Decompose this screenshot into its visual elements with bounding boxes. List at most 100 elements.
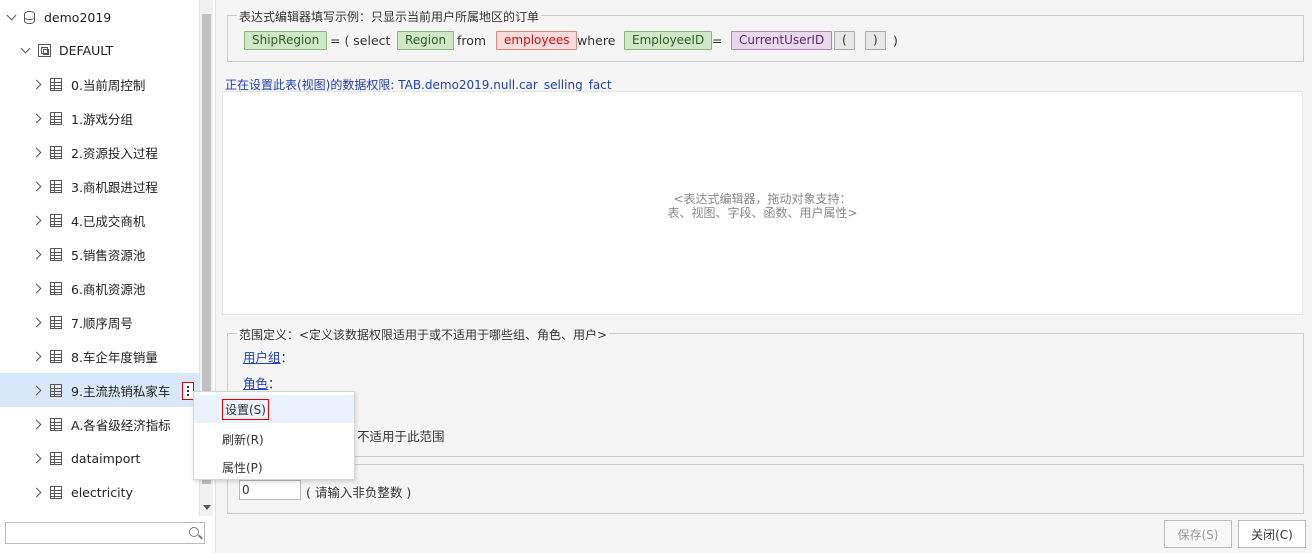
tree-item-label: 1.游戏分组: [71, 111, 133, 127]
tree-item-label: dataimport: [71, 450, 141, 466]
chevron-right-icon[interactable]: [31, 317, 42, 327]
tree-item[interactable]: 1.游戏分组: [0, 101, 199, 135]
table-icon: [50, 315, 62, 329]
example-legend: 表达式编辑器填写示例：只显示当前用户所属地区的订单: [237, 8, 542, 25]
tree-item-label: 6.商机资源池: [71, 281, 146, 297]
example-text: ): [893, 33, 898, 48]
permission-panel: 表达式编辑器填写示例：只显示当前用户所属地区的订单 ShipRegion = (…: [215, 0, 1312, 553]
example-text: = ( select: [330, 33, 391, 48]
limit-input[interactable]: 0: [239, 480, 301, 500]
chevron-right-icon[interactable]: [31, 487, 42, 497]
chip-region: Region: [397, 31, 455, 50]
tree-item[interactable]: 6.商机资源池: [0, 271, 199, 305]
chevron-right-icon[interactable]: [31, 215, 42, 225]
chip-rparen: ): [865, 31, 886, 50]
chevron-right-icon[interactable]: [31, 147, 42, 157]
tree-item-label: 3.商机跟进过程: [71, 179, 158, 195]
example-text: from: [457, 33, 487, 48]
chevron-right-icon[interactable]: [31, 419, 42, 429]
example-box: 表达式编辑器填写示例：只显示当前用户所属地区的订单 ShipRegion = (…: [227, 8, 1304, 62]
table-icon: [50, 485, 62, 499]
tree-item-label: 5.销售资源池: [71, 247, 146, 263]
table-icon: [50, 247, 62, 261]
role-row: 角色：: [243, 373, 281, 392]
chip-lparen: (: [834, 31, 855, 50]
colon-text: ：: [268, 376, 281, 391]
scroll-down-arrow-icon[interactable]: [203, 505, 211, 510]
editor-hint-line: <表达式编辑器，拖动对象支持：: [673, 192, 852, 206]
menu-item-label: 设置(S): [222, 398, 269, 420]
chip-employees: employees: [496, 31, 578, 50]
tree-item-label: 7.顺序周号: [71, 315, 133, 331]
user-group-row: 用户组：: [243, 347, 293, 366]
chevron-right-icon[interactable]: [31, 249, 42, 259]
tree-node-label: demo2019: [44, 9, 112, 25]
table-icon: [50, 145, 62, 159]
tree-node-root[interactable]: demo2019: [0, 0, 199, 34]
tree-item[interactable]: 0.当前周控制: [0, 67, 199, 101]
table-icon: [50, 281, 62, 295]
tree-item[interactable]: 8.车企年度销量: [0, 339, 199, 373]
chevron-right-icon[interactable]: [31, 113, 42, 123]
role-link[interactable]: 角色: [243, 376, 268, 391]
schema-icon: [38, 43, 51, 57]
chip-currentuserid: CurrentUserID: [731, 31, 833, 50]
table-icon: [50, 383, 62, 397]
tree-item-label: A.各省级经济指标: [71, 417, 171, 433]
chevron-right-icon[interactable]: [31, 351, 42, 361]
table-icon: [50, 417, 62, 431]
tree-item[interactable]: 7.顺序周号: [0, 305, 199, 339]
chevron-down-icon[interactable]: [6, 10, 17, 20]
context-menu: 设置(S) 刷新(R) 属性(P): [193, 391, 355, 480]
limit-hint: ( 请输入非负整数 ): [306, 485, 412, 500]
table-icon: [50, 179, 62, 193]
chevron-down-icon[interactable]: [20, 43, 31, 53]
tree-item[interactable]: 4.已成交商机: [0, 203, 199, 237]
expression-editor[interactable]: <表达式编辑器，拖动对象支持： 表、视图、字段、函数、用户属性>: [222, 91, 1303, 315]
tree-item[interactable]: A.各省级经济指标: [0, 407, 199, 441]
tree-item[interactable]: 9.主流热销私家车: [0, 373, 199, 407]
close-button[interactable]: 关闭(C): [1238, 520, 1306, 548]
table-icon: [50, 77, 62, 91]
tree-search-input[interactable]: [5, 522, 205, 544]
tree-item-label: 4.已成交商机: [71, 213, 146, 229]
chip-shipregion: ShipRegion: [244, 31, 328, 50]
menu-item-label: 刷新(R): [222, 432, 264, 447]
user-group-link[interactable]: 用户组: [243, 350, 281, 365]
tree-item-label: 8.车企年度销量: [71, 349, 158, 365]
save-button[interactable]: 保存(S): [1164, 520, 1232, 548]
not-apply-label: 不适用于此范围: [357, 429, 445, 444]
example-text: =: [712, 33, 723, 48]
chevron-right-icon[interactable]: [31, 453, 42, 463]
chevron-right-icon[interactable]: [31, 283, 42, 293]
chevron-right-icon[interactable]: [31, 385, 42, 395]
example-text: where: [577, 33, 616, 48]
chevron-right-icon[interactable]: [31, 181, 42, 191]
scope-legend: 范围定义：<定义该数据权限适用于或不适用于哪些组、角色、用户>: [237, 326, 610, 343]
tree-node-schema[interactable]: DEFAULT: [0, 33, 199, 67]
tree-item[interactable]: 2.资源投入过程: [0, 135, 199, 169]
tree-item[interactable]: 3.商机跟进过程: [0, 169, 199, 203]
menu-item-settings[interactable]: 设置(S): [194, 395, 354, 423]
tree-item[interactable]: electricity: [0, 475, 199, 509]
table-icon: [50, 111, 62, 125]
menu-item-refresh[interactable]: 刷新(R): [194, 425, 354, 453]
tree-item[interactable]: 5.销售资源池: [0, 237, 199, 271]
tree-item[interactable]: dataimport: [0, 441, 199, 475]
database-icon: [24, 10, 35, 24]
tree-item-label: electricity: [71, 484, 133, 500]
table-icon: [50, 349, 62, 363]
editor-hint-line: 表、视图、字段、函数、用户属性>: [667, 206, 858, 220]
chip-employeeid: EmployeeID: [624, 31, 713, 50]
tree-item-label: 9.主流热销私家车: [71, 383, 171, 399]
tree-item-label: 2.资源投入过程: [71, 145, 158, 161]
table-icon: [50, 213, 62, 227]
search-icon[interactable]: [189, 527, 199, 537]
scope-box: 范围定义：<定义该数据权限适用于或不适用于哪些组、角色、用户> 用户组： 角色：…: [227, 326, 1304, 457]
table-icon: [50, 451, 62, 465]
chevron-right-icon[interactable]: [31, 79, 42, 89]
editor-hint: <表达式编辑器，拖动对象支持： 表、视图、字段、函数、用户属性>: [223, 192, 1302, 220]
menu-item-properties[interactable]: 属性(P): [194, 453, 354, 481]
table-tree: demo2019 DEFAULT 0.当前周控制 1.游戏分组 2.资源投入过程 3.…: [0, 0, 200, 516]
tree-item-label: 0.当前周控制: [71, 77, 146, 93]
